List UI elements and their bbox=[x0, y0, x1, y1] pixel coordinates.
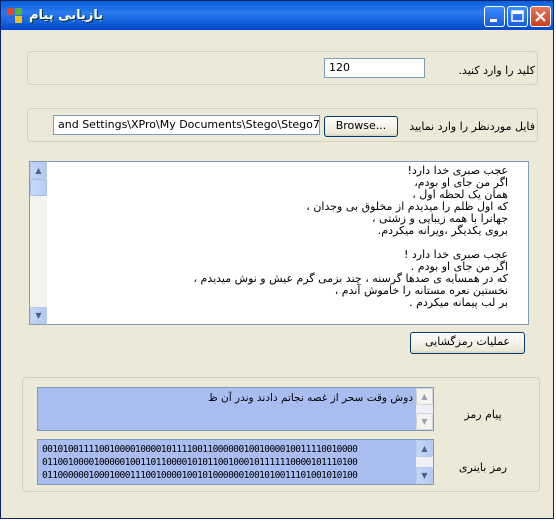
text-scrollbar[interactable]: ▲ ▼ bbox=[30, 162, 47, 324]
binary-scroll-up-icon[interactable]: ▲ bbox=[416, 440, 433, 457]
maximize-button[interactable] bbox=[507, 6, 528, 27]
binary-code-text: 0010100111100100001000010111100110000001… bbox=[42, 443, 415, 482]
key-label: کلید را وارد کنید. bbox=[458, 64, 535, 77]
secret-message-text: دوش وقت سحر از غصه نجاتم دادند وندر آن ظ bbox=[207, 392, 413, 404]
text-content: عجب صبری خدا دارد! اگر من جای او بودم، هما… bbox=[52, 165, 508, 309]
binary-code-box[interactable]: 0010100111100100001000010111100110000001… bbox=[37, 439, 434, 485]
scroll-down-arrow-icon[interactable]: ▼ bbox=[30, 307, 47, 324]
window-title: بازیابی پیام bbox=[29, 8, 104, 23]
form-client-area: 120 کلید را وارد کنید. and Settings\XPro… bbox=[4, 30, 550, 516]
file-label: فایل موردنظر را وارد نمایید bbox=[409, 120, 535, 133]
maximize-icon bbox=[511, 10, 524, 22]
binary-scroll-down-icon[interactable]: ▼ bbox=[416, 467, 433, 484]
stego-text-area[interactable]: ▲ ▼ عجب صبری خدا دارد! اگر من جای او بودم… bbox=[29, 161, 529, 325]
text-line: بر لب پیمانه میکردم . bbox=[409, 296, 508, 309]
binary-code-label: رمز باینری bbox=[458, 461, 508, 474]
close-icon bbox=[535, 11, 546, 22]
binary-scrollbar[interactable]: ▲ ▼ bbox=[416, 440, 433, 484]
message-scrollbar[interactable]: ▲ ▼ bbox=[416, 388, 433, 430]
message-scroll-up-icon[interactable]: ▲ bbox=[416, 388, 433, 405]
scroll-thumb[interactable] bbox=[30, 179, 47, 196]
main-window: بازیابی پیام 120 کلید را وارد کنید. and … bbox=[0, 0, 554, 519]
file-path-input[interactable]: and Settings\XPro\My Documents\Stego\Ste… bbox=[53, 115, 320, 135]
scroll-up-arrow-icon[interactable]: ▲ bbox=[30, 162, 47, 179]
text-line: بروی یکدیگر ،ویرانه میکردم. bbox=[377, 224, 508, 237]
minimize-icon bbox=[490, 19, 497, 22]
browse-button[interactable]: Browse... bbox=[324, 116, 398, 137]
decode-button[interactable]: عملیات رمزگشایی bbox=[410, 332, 525, 354]
secret-message-box[interactable]: دوش وقت سحر از غصه نجاتم دادند وندر آن ظ… bbox=[37, 387, 434, 431]
secret-message-label: پیام رمز bbox=[464, 408, 502, 421]
app-icon bbox=[7, 8, 22, 23]
binary-line: 0110000001000100011100100001001010000001… bbox=[42, 470, 358, 481]
minimize-button[interactable] bbox=[484, 6, 505, 27]
binary-line: 0110010000100000100110110000101011001000… bbox=[42, 457, 358, 468]
close-button[interactable] bbox=[530, 6, 551, 27]
message-scroll-down-icon[interactable]: ▼ bbox=[416, 413, 433, 430]
binary-line: 0010100111100100001000010111100110000001… bbox=[42, 444, 358, 455]
title-bar[interactable]: بازیابی پیام bbox=[1, 1, 553, 30]
key-input[interactable]: 120 bbox=[324, 58, 425, 78]
